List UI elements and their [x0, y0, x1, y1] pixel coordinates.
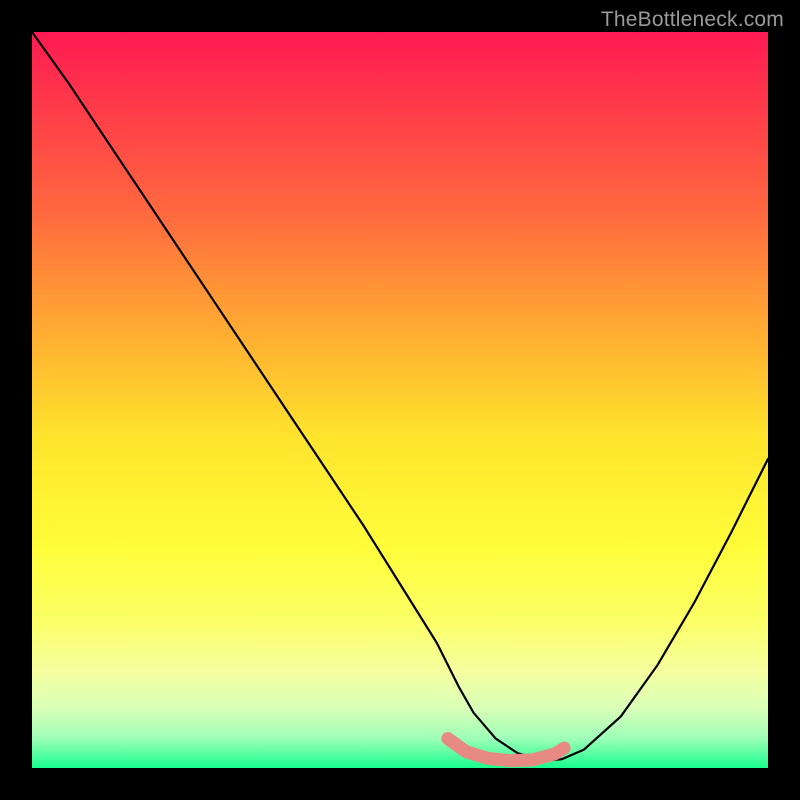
- chart-svg: [32, 32, 768, 768]
- bottleneck-curve: [32, 32, 768, 761]
- chart-frame: TheBottleneck.com: [0, 0, 800, 800]
- chart-plot-area: [32, 32, 768, 768]
- watermark-text: TheBottleneck.com: [601, 8, 784, 32]
- optimal-range-highlight: [448, 739, 564, 761]
